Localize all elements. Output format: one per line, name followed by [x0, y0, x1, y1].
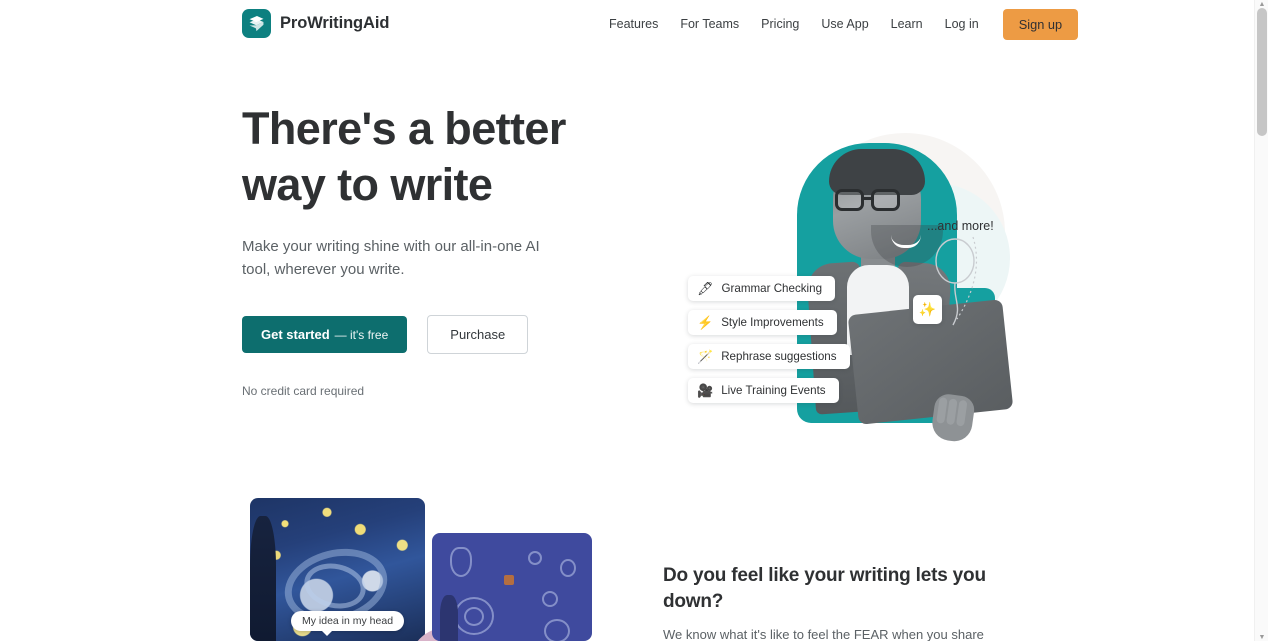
magic-wand-icon: 🪄 [697, 349, 714, 364]
sparkles-icon: ✨ [918, 301, 937, 317]
hero-title: There's a better way to write [242, 101, 642, 213]
hero-actions: Get started — it's free Purchase [242, 315, 642, 354]
feature-badge-style-improvements: ⚡ Style Improvements [688, 310, 837, 335]
image-caption-tooltip: My idea in my head [291, 611, 405, 636]
feature-badge-label: Grammar Checking [721, 282, 823, 295]
nav-link-use-app[interactable]: Use App [810, 0, 879, 48]
get-started-button[interactable]: Get started — it's free [242, 316, 408, 353]
scroll-up-arrow-icon[interactable]: ▲ [1255, 0, 1268, 8]
sign-up-button[interactable]: Sign up [1002, 8, 1079, 40]
main-navigation: Features For Teams Pricing Use App Learn… [598, 0, 1079, 48]
nav-link-log-in[interactable]: Log in [934, 0, 990, 48]
scroll-down-arrow-icon[interactable]: ▼ [1255, 633, 1268, 641]
sparkle-badge: ✨ [913, 295, 942, 324]
nav-link-features[interactable]: Features [598, 0, 669, 48]
brand-name: ProWritingAid [280, 14, 390, 32]
section2-illustration: My idea in my head [250, 498, 635, 641]
lightning-bolt-icon: ⚡ [697, 315, 714, 330]
site-header: ProWritingAid Features For Teams Pricing… [0, 0, 1254, 48]
prowritingaid-logo-icon [242, 9, 271, 38]
feature-badge-label: Style Improvements [721, 316, 824, 329]
feature-badge-list: 🖋 Grammar Checking ⚡ Style Improvements … [688, 276, 850, 403]
hero-copy: There's a better way to write Make your … [242, 101, 642, 398]
feature-badge-grammar-checking: 🖋 Grammar Checking [688, 276, 836, 301]
section2-body: We know what it's like to feel the FEAR … [663, 627, 984, 641]
glasses-left-lens [835, 189, 864, 211]
nav-link-learn[interactable]: Learn [880, 0, 934, 48]
and-more-annotation: ...and more! [927, 219, 994, 233]
scrollbar-thumb[interactable] [1257, 8, 1267, 136]
cypress-tree [250, 516, 276, 641]
glasses-right-lens [871, 189, 900, 211]
nav-link-pricing[interactable]: Pricing [750, 0, 810, 48]
writing-lets-you-down-section: My idea in my head Do you feel like your… [0, 478, 1254, 641]
feature-badge-live-training-events: 🎥 Live Training Events [688, 378, 839, 403]
page-content: ProWritingAid Features For Teams Pricing… [0, 0, 1254, 641]
doodle-shape [560, 559, 576, 577]
doodle-shape [450, 547, 472, 577]
doodle-cypress [440, 595, 458, 641]
purchase-button[interactable]: Purchase [427, 315, 529, 354]
hero-subtitle: Make your writing shine with our all-in-… [242, 238, 540, 278]
doodle-shape [542, 591, 558, 607]
section2-copy: Do you feel like your writing lets you d… [663, 563, 1013, 641]
doodle-shape [528, 551, 542, 565]
feature-badge-rephrase-suggestions: 🪄 Rephrase suggestions [688, 344, 850, 369]
movie-camera-icon: 🎥 [697, 383, 714, 398]
balloon-doodle-icon [935, 236, 978, 326]
doodle-swirl [464, 607, 484, 626]
no-credit-card-note: No credit card required [242, 384, 365, 398]
finger [955, 399, 968, 427]
feature-badge-label: Rephrase suggestions [721, 350, 837, 363]
get-started-label: Get started [261, 327, 330, 342]
get-started-sublabel: — it's free [334, 328, 389, 342]
pen-icon: 🖋 [697, 281, 714, 296]
hero-illustration: 🖋 Grammar Checking ⚡ Style Improvements … [655, 103, 1055, 444]
hand [929, 392, 977, 444]
browser-viewport: ProWritingAid Features For Teams Pricing… [0, 0, 1268, 641]
page-scrollbar[interactable]: ▲ ▼ [1254, 0, 1268, 641]
section2-heading: Do you feel like your writing lets you d… [663, 565, 986, 612]
nav-link-for-teams[interactable]: For Teams [669, 0, 750, 48]
feature-badge-label: Live Training Events [721, 384, 826, 397]
simplified-drawing-panel [432, 533, 592, 641]
brand-logo-link[interactable]: ProWritingAid [242, 9, 389, 38]
hero-title-line-2: way to write [242, 159, 493, 210]
doodle-dot [504, 575, 514, 585]
doodle-swirl [544, 619, 570, 641]
hero-title-line-1: There's a better [242, 103, 566, 154]
hero-section: There's a better way to write Make your … [0, 48, 1254, 478]
glasses-bridge [864, 197, 874, 200]
